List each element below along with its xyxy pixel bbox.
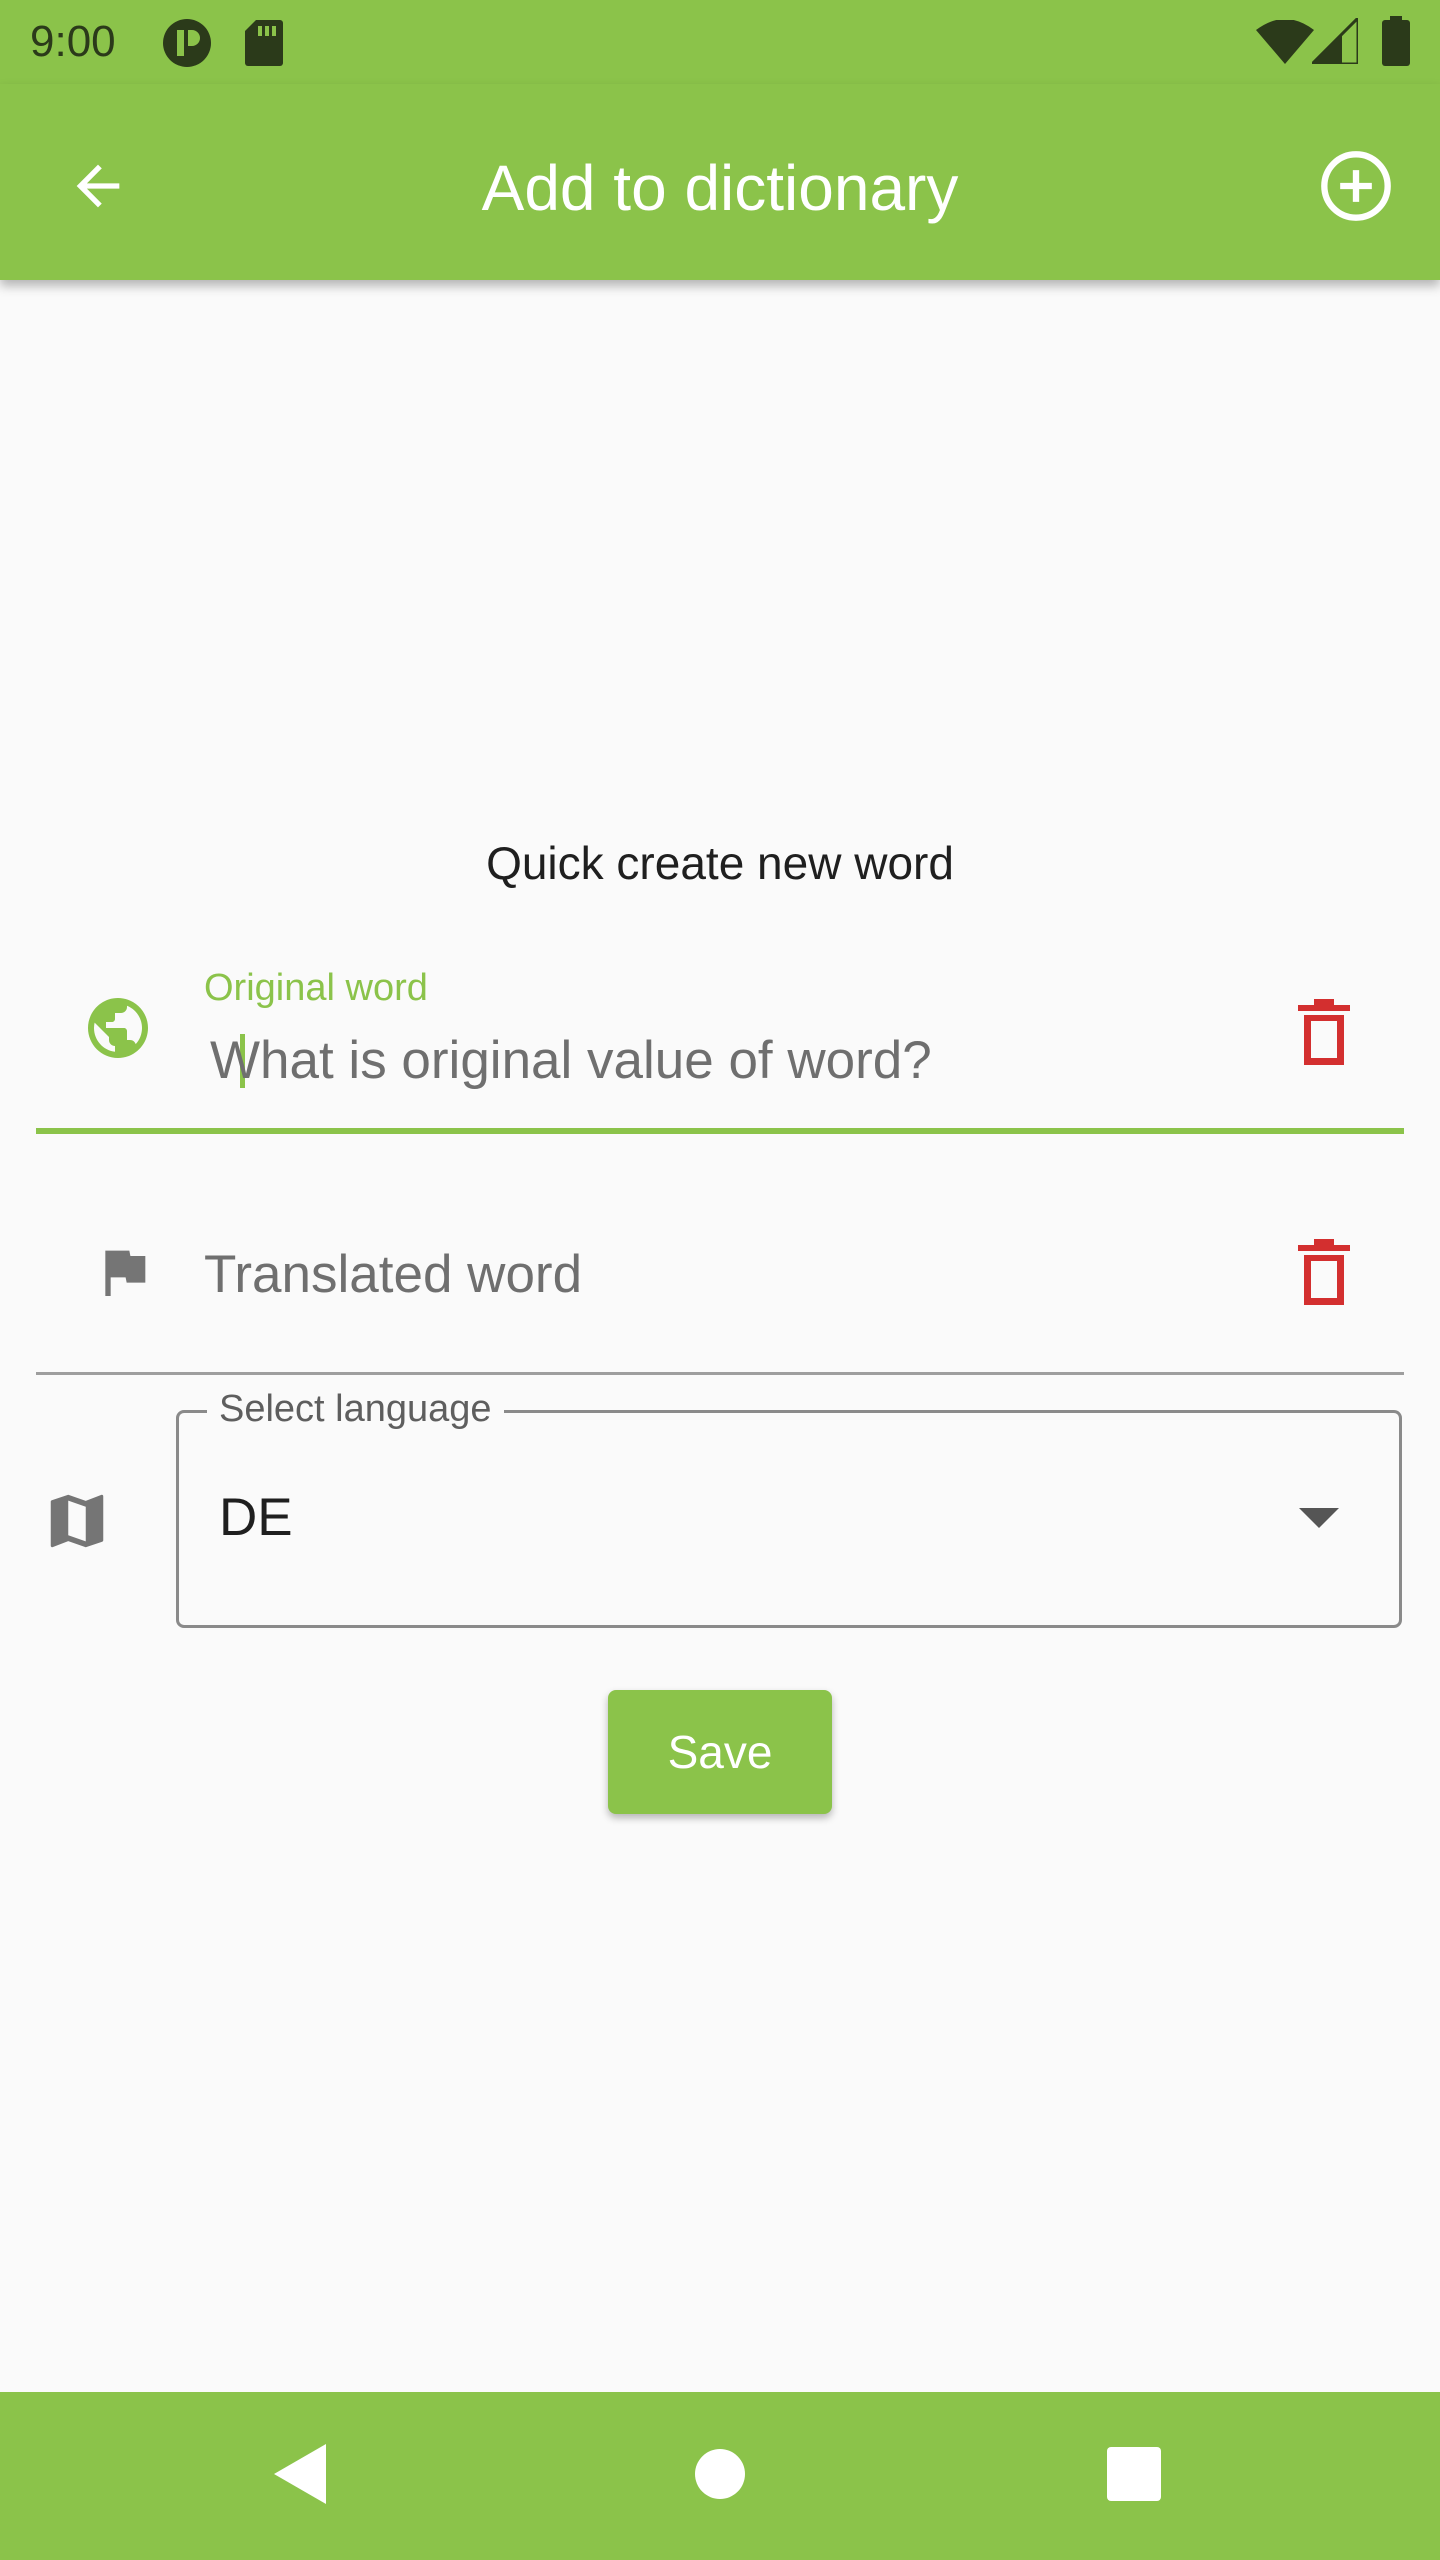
map-icon [42,1486,112,1561]
status-time: 9:00 [30,17,116,66]
translated-word-field [36,1190,1404,1376]
original-word-label: Original word [204,967,428,1009]
nav-home-button[interactable] [670,2426,770,2526]
language-select-value: DE [219,1488,293,1547]
dropdown-arrow-icon [1299,1508,1339,1533]
add-circle-icon [1318,148,1394,229]
nav-back-icon [272,2442,328,2511]
sd-card-icon [244,18,284,71]
signal-icon [1308,14,1360,69]
delete-translated-button[interactable] [1284,1230,1364,1320]
globe-icon [82,992,154,1069]
nav-back-button[interactable] [250,2426,350,2526]
navigation-bar [0,2392,1440,2560]
battery-icon [1382,16,1410,71]
delete-original-button[interactable] [1284,990,1364,1080]
delete-icon [1296,998,1352,1072]
translated-word-underline [36,1372,1404,1375]
save-button[interactable]: Save [608,1690,832,1814]
language-select[interactable]: Select language DE [176,1383,1402,1628]
page-title: Add to dictionary [481,152,959,224]
nav-recents-button[interactable] [1084,2426,1184,2526]
add-button[interactable] [1306,138,1406,238]
original-word-underline [36,1128,1404,1134]
original-word-input[interactable] [210,1024,1210,1096]
status-bar: 9:00 [0,0,1440,84]
original-word-field: Original word [36,950,1404,1138]
app-notification-icon [162,18,212,73]
translated-word-input[interactable] [204,1238,1204,1310]
nav-home-icon [694,2448,746,2505]
delete-icon [1296,1238,1352,1312]
wifi-icon [1256,19,1314,69]
flag-icon [92,1240,156,1309]
language-select-label: Select language [207,1383,504,1435]
form-heading: Quick create new word [486,837,954,889]
app-bar: Add to dictionary [0,84,1440,280]
nav-recents-icon [1107,2446,1161,2506]
